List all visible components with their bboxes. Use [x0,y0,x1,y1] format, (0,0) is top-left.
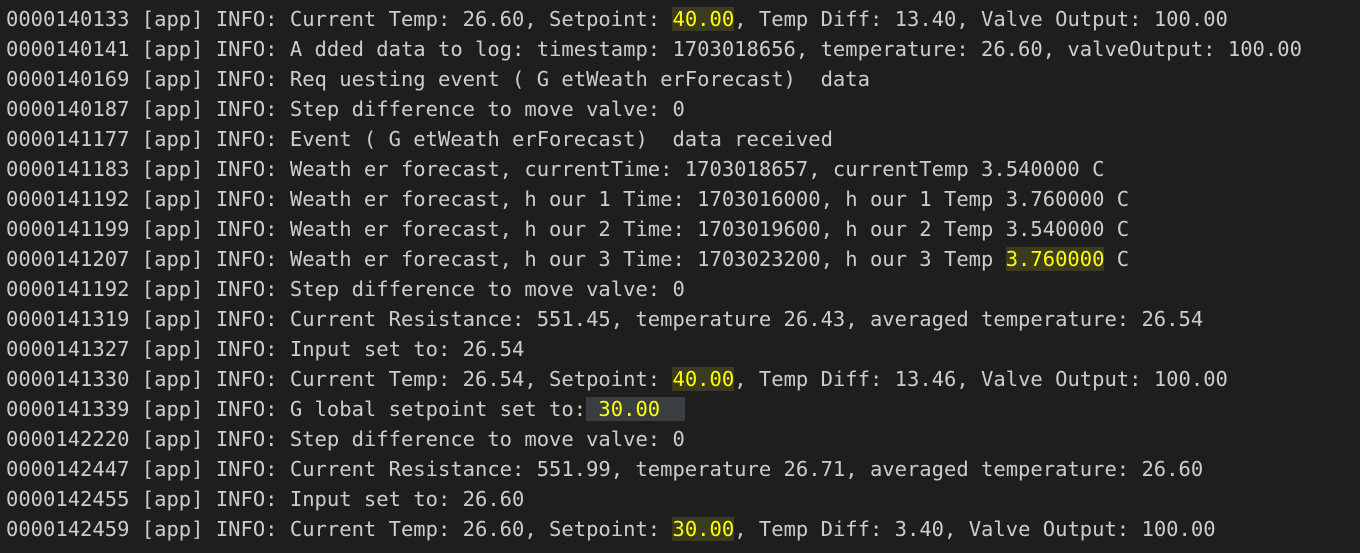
highlighted-value: 30.00 [586,397,685,421]
log-text: 0000141192 [app] INFO: Step difference t… [6,277,685,301]
highlighted-value: 30.00 [672,517,735,541]
log-line: 0000140141 [app] INFO: A dded data to lo… [6,34,1360,64]
log-text: 0000142455 [app] INFO: Input set to: 26.… [6,487,525,511]
log-line: 0000142447 [app] INFO: Current Resistanc… [6,454,1360,484]
log-text: 0000141177 [app] INFO: Event ( G etWeath… [6,127,833,151]
log-line: 0000140169 [app] INFO: Req uesting event… [6,64,1360,94]
log-line: 0000140133 [app] INFO: Current Temp: 26.… [6,4,1360,34]
highlighted-value: 40.00 [672,367,735,391]
log-line: 0000141183 [app] INFO: Weath er forecast… [6,154,1360,184]
log-line: 0000141319 [app] INFO: Current Resistanc… [6,304,1360,334]
log-text: , Temp Diff: 3.40, Valve Output: 100.00 [734,517,1216,541]
highlighted-value: 3.760000 [1005,247,1105,271]
log-line: 0000141339 [app] INFO: G lobal setpoint … [6,394,1360,424]
log-text: 0000141192 [app] INFO: Weath er forecast… [6,187,1130,211]
log-text: 0000141183 [app] INFO: Weath er forecast… [6,157,1105,181]
log-line: 0000141192 [app] INFO: Weath er forecast… [6,184,1360,214]
log-line: 0000142459 [app] INFO: Current Temp: 26.… [6,514,1360,544]
log-line: 0000141330 [app] INFO: Current Temp: 26.… [6,364,1360,394]
log-line: 0000141199 [app] INFO: Weath er forecast… [6,214,1360,244]
log-line: 0000141327 [app] INFO: Input set to: 26.… [6,334,1360,364]
log-text: 0000140187 [app] INFO: Step difference t… [6,97,685,121]
log-text: 0000141199 [app] INFO: Weath er forecast… [6,217,1130,241]
log-text: C [1104,247,1130,271]
log-text: 0000141339 [app] INFO: G lobal setpoint … [6,397,587,421]
log-line: 0000140187 [app] INFO: Step difference t… [6,94,1360,124]
log-text: , Temp Diff: 13.40, Valve Output: 100.00 [734,7,1228,31]
log-line: 0000141207 [app] INFO: Weath er forecast… [6,244,1360,274]
log-text: 0000142459 [app] INFO: Current Temp: 26.… [6,517,673,541]
log-line: 0000141192 [app] INFO: Step difference t… [6,274,1360,304]
log-line: 0000141177 [app] INFO: Event ( G etWeath… [6,124,1360,154]
highlighted-value: 40.00 [672,7,735,31]
log-text: 0000141319 [app] INFO: Current Resistanc… [6,307,1204,331]
log-line: 0000142220 [app] INFO: Step difference t… [6,424,1360,454]
log-text: 0000140141 [app] INFO: A dded data to lo… [6,37,1302,61]
log-text: 0000142447 [app] INFO: Current Resistanc… [6,457,1204,481]
log-text: , Temp Diff: 13.46, Valve Output: 100.00 [734,367,1228,391]
terminal-output[interactable]: 0000140133 [app] INFO: Current Temp: 26.… [0,0,1360,553]
log-text: 0000140133 [app] INFO: Current Temp: 26.… [6,7,673,31]
log-text: 0000140169 [app] INFO: Req uesting event… [6,67,870,91]
log-text: 0000141327 [app] INFO: Input set to: 26.… [6,337,525,361]
log-text: 0000141207 [app] INFO: Weath er forecast… [6,247,1006,271]
log-text: 0000142220 [app] INFO: Step difference t… [6,427,685,451]
log-text: 0000141330 [app] INFO: Current Temp: 26.… [6,367,673,391]
log-line: 0000142455 [app] INFO: Input set to: 26.… [6,484,1360,514]
